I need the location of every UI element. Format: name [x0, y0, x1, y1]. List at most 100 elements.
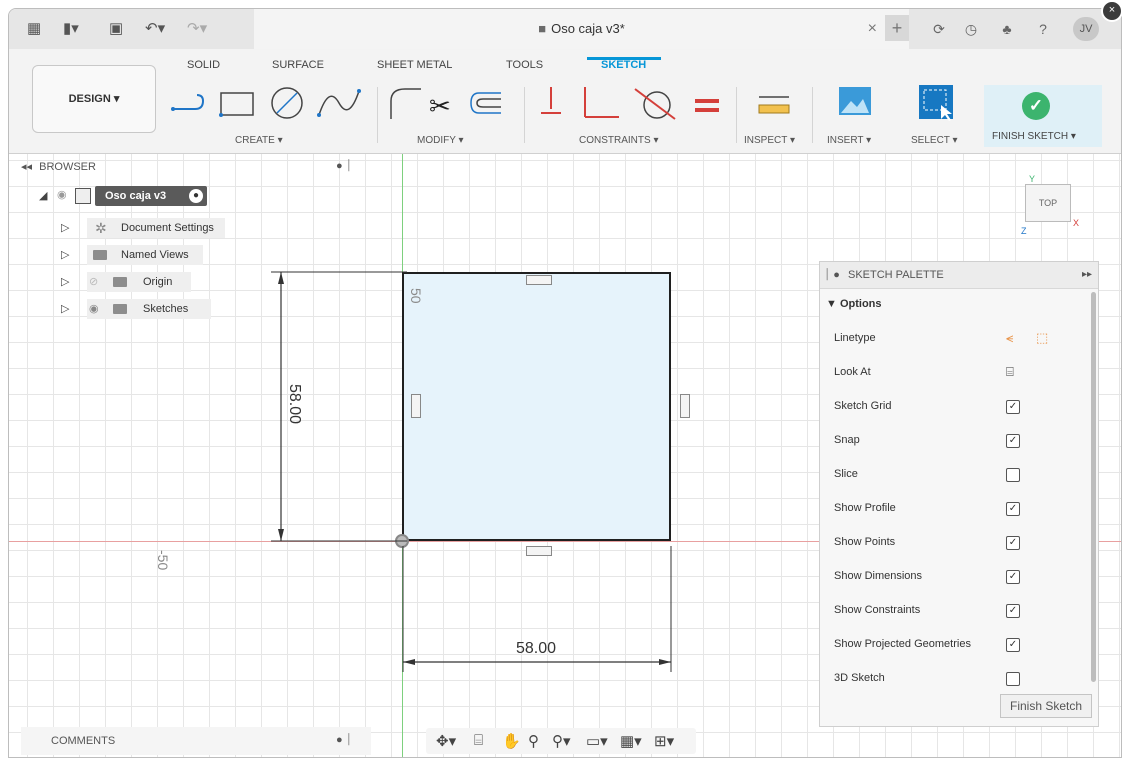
- rectangle-tool-icon[interactable]: [219, 92, 254, 117]
- show-constraints-checkbox[interactable]: ✓: [1006, 604, 1020, 618]
- modify-menu[interactable]: MODIFY ▾: [417, 135, 464, 146]
- 3d-sketch-checkbox[interactable]: [1006, 672, 1020, 686]
- browser-root-label[interactable]: Oso caja v3 ●: [95, 186, 207, 206]
- expand-triangle-icon[interactable]: ◢: [39, 189, 47, 202]
- spline-tool-icon[interactable]: [317, 89, 361, 117]
- sketch-rectangle-profile[interactable]: [402, 272, 671, 541]
- activate-radio-icon[interactable]: ●: [189, 189, 203, 203]
- visibility-eye-icon[interactable]: ◉: [89, 299, 99, 319]
- expand-triangle-icon[interactable]: ▷: [61, 218, 69, 238]
- grid-settings-icon[interactable]: ▦▾: [620, 732, 642, 750]
- expand-arrows-icon[interactable]: ▸▸: [1082, 269, 1092, 280]
- circle-tool-icon[interactable]: [271, 87, 303, 119]
- tab-solid[interactable]: SOLID: [187, 59, 220, 71]
- select-window-icon[interactable]: [917, 83, 957, 123]
- look-at-icon[interactable]: ⌸: [1006, 364, 1014, 380]
- show-dimensions-checkbox[interactable]: ✓: [1006, 570, 1020, 584]
- orbit-icon[interactable]: ✥▾: [436, 732, 456, 750]
- equal-constraint-icon[interactable]: [695, 99, 719, 112]
- document-tab[interactable]: ■ Oso caja v3* × +: [254, 9, 909, 49]
- palette-scrollbar[interactable]: [1091, 292, 1096, 682]
- add-comment-icon[interactable]: ● ⏐: [336, 734, 352, 747]
- new-tab-button[interactable]: +: [885, 15, 909, 41]
- zoom-icon[interactable]: ⚲: [528, 732, 539, 750]
- vertical-dimension-label[interactable]: 58.00: [285, 384, 303, 424]
- finish-sketch-menu[interactable]: FINISH SKETCH ▾: [992, 131, 1076, 142]
- help-icon[interactable]: ?: [1033, 19, 1053, 39]
- viewcube-y-axis-label: Y: [1029, 174, 1036, 184]
- tab-sheet-metal[interactable]: SHEET METAL: [377, 59, 452, 71]
- create-menu[interactable]: CREATE ▾: [235, 135, 283, 146]
- user-avatar[interactable]: JV: [1073, 17, 1099, 41]
- insert-menu[interactable]: INSERT ▾: [827, 135, 871, 146]
- viewports-icon[interactable]: ⊞▾: [654, 732, 674, 750]
- display-settings-icon[interactable]: ▭▾: [586, 732, 608, 750]
- undo-icon[interactable]: ↶▾: [145, 20, 165, 38]
- finish-sketch-panel[interactable]: ✓ FINISH SKETCH ▾: [984, 85, 1102, 147]
- viewcube[interactable]: TOP: [1025, 184, 1071, 222]
- redo-icon[interactable]: ↷▾: [187, 20, 207, 38]
- browser-item-document-settings[interactable]: ▷ ✲ Document Settings: [61, 218, 225, 238]
- file-icon[interactable]: ▮▾: [63, 20, 79, 38]
- notification-bell-icon[interactable]: ♣: [997, 19, 1017, 39]
- vertical-constraint-icon[interactable]: [411, 394, 421, 418]
- pan-hand-icon[interactable]: ✋: [502, 732, 521, 750]
- tab-tools[interactable]: TOOLS: [506, 59, 543, 71]
- hidden-eye-icon[interactable]: ⊘: [89, 272, 98, 292]
- construction-linetype-icon[interactable]: ⪪: [1006, 330, 1013, 346]
- perpendicular-constraint-icon[interactable]: [584, 87, 619, 118]
- show-points-checkbox[interactable]: ✓: [1006, 536, 1020, 550]
- palette-row-sketch-grid: Sketch Grid ✓: [820, 392, 1084, 422]
- tab-sketch[interactable]: SKETCH: [601, 59, 646, 71]
- tab-surface[interactable]: SURFACE: [272, 59, 324, 71]
- sketch-palette-header[interactable]: ⏐ ● SKETCH PALETTE ▸▸: [820, 262, 1098, 289]
- select-menu[interactable]: SELECT ▾: [911, 135, 958, 146]
- browser-item-sketches[interactable]: ▷ ◉ Sketches: [61, 299, 211, 319]
- measure-tool-icon[interactable]: [755, 83, 795, 123]
- window-close-icon[interactable]: ×: [1101, 0, 1123, 22]
- app-grid-icon[interactable]: ▦: [27, 20, 41, 38]
- show-projected-geometries-checkbox[interactable]: ✓: [1006, 638, 1020, 652]
- collapse-icon[interactable]: ◂◂: [21, 161, 32, 173]
- browser-item-named-views[interactable]: ▷ Named Views: [61, 245, 203, 265]
- look-at-nav-icon[interactable]: ⌸: [474, 732, 483, 749]
- vertical-constraint-icon[interactable]: [680, 394, 690, 418]
- tangent-constraint-icon[interactable]: [634, 88, 676, 120]
- sketch-grid-checkbox[interactable]: ✓: [1006, 400, 1020, 414]
- constraints-menu[interactable]: CONSTRAINTS ▾: [579, 135, 658, 146]
- save-icon[interactable]: ▣: [109, 20, 123, 38]
- trim-scissors-icon[interactable]: ✂: [429, 92, 451, 122]
- snap-checkbox[interactable]: ✓: [1006, 434, 1020, 448]
- workspace-switcher-button[interactable]: DESIGN ▾: [32, 65, 156, 133]
- insert-image-icon[interactable]: [837, 83, 877, 123]
- tab-close-icon[interactable]: ×: [868, 20, 877, 38]
- visibility-eye-icon[interactable]: ◉: [57, 188, 67, 201]
- finish-sketch-button[interactable]: Finish Sketch: [1000, 694, 1092, 718]
- design-canvas[interactable]: ◂◂ BROWSER ● ⏐ ◢ ◉ Oso caja v3 ● ▷ ✲ Doc…: [9, 154, 1121, 757]
- horizontal-dimension-label[interactable]: 58.00: [516, 640, 556, 658]
- expand-triangle-icon[interactable]: ▷: [61, 272, 69, 292]
- expand-triangle-icon[interactable]: ▷: [61, 299, 69, 319]
- browser-header[interactable]: ◂◂ BROWSER ● ⏐: [21, 160, 371, 178]
- show-profile-checkbox[interactable]: ✓: [1006, 502, 1020, 516]
- inspect-menu[interactable]: INSPECT ▾: [744, 135, 795, 146]
- options-section-toggle[interactable]: ▼ Options: [826, 298, 882, 310]
- expand-triangle-icon[interactable]: ▷: [61, 245, 69, 265]
- fit-zoom-icon[interactable]: ⚲▾: [552, 732, 571, 750]
- horizontal-vertical-constraint-icon[interactable]: [541, 87, 561, 114]
- ribbon-divider: [524, 87, 525, 143]
- horizontal-constraint-icon[interactable]: [526, 275, 552, 285]
- fillet-tool-icon[interactable]: [390, 88, 421, 119]
- centerline-linetype-icon[interactable]: ⬚: [1036, 330, 1048, 346]
- comments-panel[interactable]: COMMENTS ● ⏐: [21, 727, 371, 755]
- folder-icon: [93, 250, 107, 260]
- line-tool-icon[interactable]: [171, 94, 205, 111]
- slice-checkbox[interactable]: [1006, 468, 1020, 482]
- pin-icon[interactable]: ● ⏐: [336, 160, 352, 173]
- browser-item-origin[interactable]: ▷ ⊘ Origin: [61, 272, 191, 292]
- offset-tool-icon[interactable]: [470, 92, 501, 114]
- job-status-icon[interactable]: ⟳: [929, 19, 949, 39]
- palette-row-show-constraints: Show Constraints ✓: [820, 596, 1084, 626]
- pin-icon[interactable]: ⏐ ●: [824, 269, 840, 282]
- clock-icon[interactable]: ◷: [961, 19, 981, 39]
